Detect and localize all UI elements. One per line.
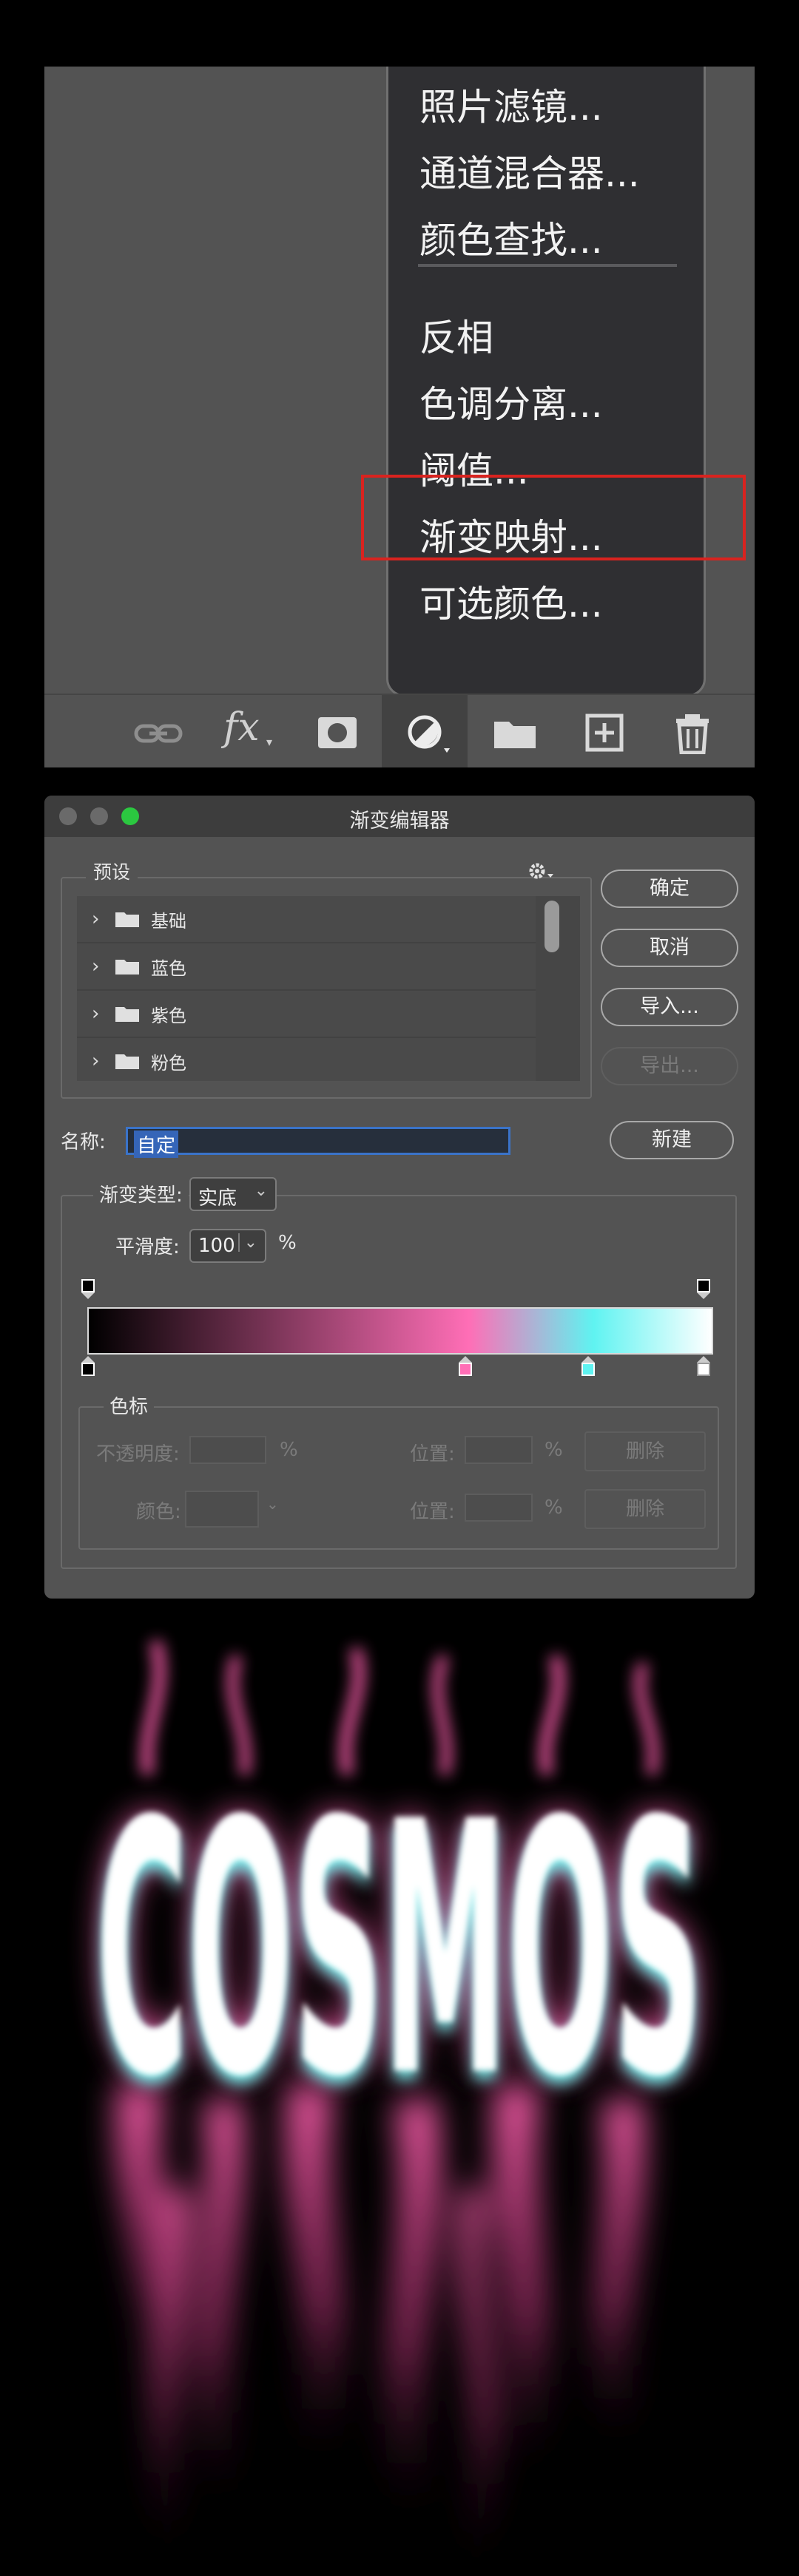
preset-label: 紫色 — [151, 1006, 186, 1026]
chevron-right-icon: › — [92, 1050, 100, 1072]
new-button[interactable]: 新建 — [610, 1121, 734, 1159]
adjustment-menu: 照片滤镜... 通道混合器... 颜色查找... 反相 色调分离... 阈值..… — [386, 67, 706, 696]
opacity-label: 不透明度: — [96, 1443, 180, 1465]
gradient-map-highlight — [361, 475, 746, 560]
delete-color-stop-button: 删除 — [584, 1489, 706, 1529]
fx-icon[interactable]: fx ▾ — [223, 705, 277, 750]
menu-item-invert[interactable]: 反相 — [419, 308, 493, 362]
cosmos-melting-text: COSMOS COSMOS COSMOS — [96, 1639, 703, 2568]
layers-panel: 照片滤镜... 通道混合器... 颜色查找... 反相 色调分离... 阈值..… — [44, 67, 755, 767]
mask-icon[interactable] — [311, 713, 364, 754]
preset-list[interactable]: › 基础 › 蓝色 › 紫色 › 粉色 — [77, 896, 580, 1081]
name-input[interactable]: 自定 — [126, 1127, 510, 1158]
delete-opacity-stop-button: 删除 — [584, 1431, 706, 1471]
preset-label: 基础 — [151, 911, 186, 932]
name-value: 自定 — [134, 1131, 179, 1158]
export-button: 导出... — [601, 1047, 738, 1085]
name-label: 名称: — [61, 1131, 106, 1153]
folder-icon — [115, 960, 139, 975]
smoothness-value: 100 — [198, 1235, 235, 1257]
color-stop-pink[interactable] — [457, 1356, 472, 1376]
opacity-stop-right[interactable] — [695, 1279, 710, 1299]
chevron-down-icon: ⌄ — [254, 1182, 268, 1200]
cancel-button[interactable]: 取消 — [601, 929, 738, 967]
preset-folder-blue[interactable]: › 蓝色 — [77, 943, 536, 991]
opacity-field — [189, 1436, 266, 1464]
preset-scrollbar[interactable] — [545, 901, 559, 952]
preset-label: 粉色 — [151, 1053, 186, 1074]
color-stops-label: 色标 — [104, 1392, 155, 1419]
preset-label: 蓝色 — [151, 958, 186, 979]
color-position-field — [465, 1494, 533, 1522]
menu-item-posterize[interactable]: 色调分离... — [419, 375, 603, 428]
gradient-editor-window: 渐变编辑器 预设 › 基础 › 蓝色 › 紫色 › 粉色 确定 取消 导入...… — [44, 796, 755, 1599]
gradient-type-value: 实底 — [198, 1187, 237, 1210]
menu-item-channel-mixer[interactable]: 通道混合器... — [419, 144, 640, 197]
gradient-preview-bar[interactable] — [87, 1307, 713, 1355]
folder-icon — [115, 1007, 139, 1022]
menu-item-color-lookup[interactable]: 颜色查找... — [419, 211, 603, 264]
color-stop-white[interactable] — [695, 1356, 710, 1376]
chevron-down-icon: ⌄ — [237, 1233, 257, 1252]
link-icon[interactable] — [132, 713, 185, 754]
layers-toolbar: fx ▾ — [44, 694, 755, 767]
ok-button[interactable]: 确定 — [601, 870, 738, 908]
chevron-right-icon: › — [92, 908, 100, 930]
chevron-down-icon: ⌄ — [266, 1495, 279, 1513]
opacity-percent: % — [280, 1439, 298, 1461]
preset-folder-basic[interactable]: › 基础 — [77, 896, 536, 943]
color-position-percent: % — [545, 1497, 563, 1519]
smoothness-percent: % — [278, 1232, 297, 1254]
title-bar: 渐变编辑器 — [44, 796, 755, 837]
menu-divider — [418, 264, 677, 267]
opacity-stop-left[interactable] — [80, 1279, 95, 1299]
preset-folder-pink[interactable]: › 粉色 — [77, 1038, 536, 1081]
smoothness-field[interactable]: 100 ⌄ — [189, 1229, 266, 1263]
color-label: 颜色: — [136, 1501, 181, 1523]
import-button[interactable]: 导入... — [601, 988, 738, 1026]
trash-icon[interactable] — [666, 713, 719, 754]
menu-item-selective-color[interactable]: 可选颜色... — [419, 574, 603, 628]
preset-folder-purple[interactable]: › 紫色 — [77, 991, 536, 1038]
cosmos-core-text: COSMOS — [96, 1748, 703, 2152]
menu-item-photo-filter[interactable]: 照片滤镜... — [419, 78, 603, 131]
opacity-position-label: 位置: — [410, 1443, 455, 1465]
gradient-type-label: 渐变类型: — [93, 1180, 189, 1207]
smoothness-label: 平滑度: — [115, 1236, 180, 1258]
color-swatch — [185, 1491, 259, 1528]
chevron-right-icon: › — [92, 1003, 100, 1025]
gradient-type-dropdown[interactable]: 实底 ⌄ — [189, 1177, 277, 1211]
color-stop-black[interactable] — [80, 1356, 95, 1376]
folder-icon — [115, 912, 139, 927]
color-stop-cyan[interactable] — [580, 1356, 595, 1376]
opacity-position-field — [465, 1436, 533, 1464]
new-layer-icon[interactable] — [577, 713, 630, 754]
folder-icon — [115, 1054, 139, 1069]
fx-label: fx — [223, 705, 260, 750]
cosmos-artwork: COSMOS COSMOS COSMOS — [0, 1627, 799, 2576]
chevron-right-icon: › — [92, 955, 100, 977]
window-title: 渐变编辑器 — [349, 810, 450, 833]
presets-label: 预设 — [86, 858, 138, 884]
adjustment-icon[interactable] — [398, 713, 451, 754]
opacity-position-percent: % — [545, 1439, 563, 1461]
folder-icon[interactable] — [488, 713, 542, 754]
color-position-label: 位置: — [410, 1501, 455, 1523]
gear-icon[interactable] — [527, 861, 556, 883]
